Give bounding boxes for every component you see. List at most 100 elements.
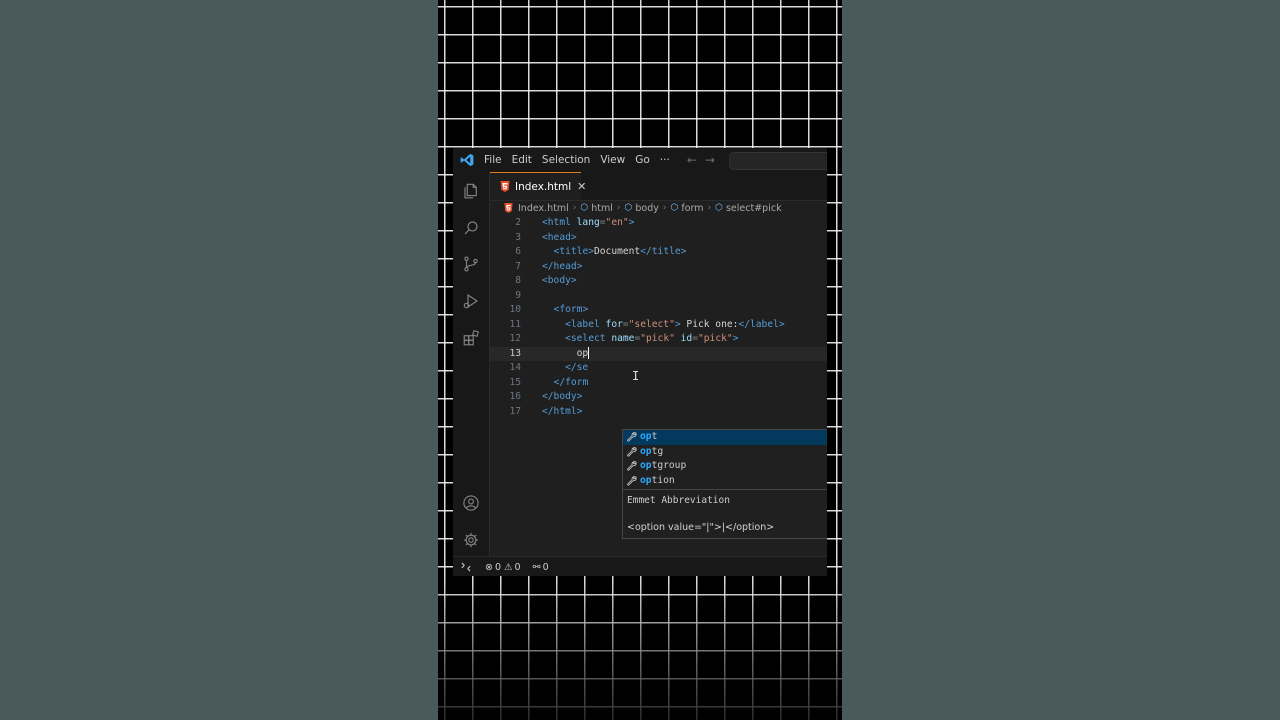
line-number: 2 (515, 217, 521, 228)
breadcrumb-chevron-icon: › (707, 203, 712, 213)
back-arrow-icon[interactable]: ← (683, 148, 701, 172)
suggestion-match: op (640, 460, 652, 471)
wrench-snippet-icon (626, 446, 638, 458)
code-line[interactable]: 8 <body> (490, 274, 827, 289)
menu-file[interactable]: File (479, 148, 507, 172)
line-number: 6 (515, 246, 521, 257)
breadcrumb-body[interactable]: body (635, 203, 659, 214)
explorer-icon[interactable] (461, 181, 481, 201)
code-token: "en" (605, 217, 629, 228)
warning-count: 0 (514, 561, 521, 573)
account-icon[interactable] (461, 493, 481, 513)
suggestion-item[interactable]: optgroup (623, 459, 827, 474)
code-token: > (732, 333, 739, 344)
code-text: </se (542, 361, 588, 376)
code-token: </se (565, 362, 589, 373)
code-token: "pick" (698, 333, 733, 344)
code-token: Document (594, 246, 641, 257)
code-token: id (680, 333, 693, 344)
error-count: 0 (494, 561, 502, 573)
tab-close-icon[interactable]: ✕ (577, 180, 586, 193)
breadcrumb-chevron-icon: › (572, 203, 577, 213)
element-cube-icon: ⬡ (580, 203, 589, 213)
editor-tabs: Index.html ✕ (490, 172, 827, 201)
code-token: "select" (628, 318, 675, 330)
code-line[interactable]: 7 </head> (490, 260, 827, 275)
menu-selection[interactable]: Selection (537, 148, 595, 172)
code-line[interactable]: 2 <html lang="en"> (490, 216, 827, 231)
menu-go[interactable]: Go (630, 148, 655, 172)
code-token: <select (565, 333, 612, 344)
code-token: "pick" (640, 333, 675, 344)
suggestion-rest: t (651, 431, 658, 442)
suggestion-item[interactable]: optg (623, 445, 827, 460)
suggestion-widget: opt optg optgroup option (622, 429, 827, 490)
line-number: 14 (509, 362, 521, 373)
code-line[interactable]: 9 (490, 289, 827, 304)
suggestion-label: option (640, 474, 675, 489)
code-line[interactable]: 16 </body> (490, 390, 827, 405)
code-line[interactable]: 17 </html> (490, 405, 827, 420)
run-debug-icon[interactable] (461, 291, 481, 311)
settings-gear-icon[interactable] (461, 530, 481, 550)
ports-indicator[interactable]: ⚯ 0 (533, 562, 549, 573)
line-number: 12 (509, 333, 521, 344)
code-text: <label for="select"> Pick one:</label> (542, 318, 785, 333)
code-line[interactable]: 13 op (490, 346, 827, 361)
menu-more[interactable]: ··· (655, 148, 675, 172)
suggestion-item[interactable]: opt (623, 430, 827, 445)
code-token: <form> (553, 304, 589, 315)
breadcrumb-file[interactable]: Index.html (518, 203, 569, 214)
html5-file-icon (500, 181, 510, 193)
suggestion-item[interactable]: option (623, 474, 827, 489)
forward-arrow-icon[interactable]: → (701, 148, 719, 172)
line-number: 15 (509, 376, 521, 388)
code-line[interactable]: 10 <form> (490, 303, 827, 318)
activity-bar (453, 172, 490, 556)
line-number: 17 (509, 405, 521, 417)
warning-icon: ⚠ (504, 561, 513, 573)
line-number: 11 (509, 318, 521, 330)
breadcrumb-select[interactable]: select#pick (726, 203, 782, 214)
code-text: <select name="pick" id="pick"> (542, 332, 738, 347)
code-token: Pick one: (680, 318, 739, 330)
error-icon: ⊗ (485, 561, 493, 573)
search-icon[interactable] (461, 218, 481, 238)
breadcrumb-form[interactable]: form (681, 203, 703, 214)
code-text: <head> (542, 231, 577, 246)
breadcrumb-html[interactable]: html (591, 203, 613, 214)
code-line[interactable]: 12 <select name="pick" id="pick"> (490, 332, 827, 347)
remote-indicator-icon[interactable] (461, 562, 471, 572)
command-center-search[interactable] (729, 152, 827, 170)
line-number: 16 (509, 391, 521, 402)
menu-view[interactable]: View (595, 148, 630, 172)
menu-edit[interactable]: Edit (507, 148, 537, 172)
code-line[interactable]: 14 </se (490, 361, 827, 376)
code-line[interactable]: 15 </form (490, 376, 827, 391)
code-token: </form (553, 376, 589, 388)
tab-index-html[interactable]: Index.html ✕ (490, 172, 586, 200)
tab-label: Index.html (515, 180, 572, 193)
extensions-icon[interactable] (461, 328, 481, 348)
code-editor[interactable]: 2 <html lang="en"> 3 <head> 6 <title>Documen… (490, 216, 827, 556)
code-token: <title> (553, 246, 594, 257)
breadcrumb-html5-icon (502, 202, 514, 214)
code-line[interactable]: 6 <title>Document</title> (490, 245, 827, 260)
code-token: <label (565, 318, 606, 330)
code-text: <title>Document</title> (542, 245, 687, 260)
ports-count: 0 (542, 561, 549, 573)
line-number: 9 (515, 289, 521, 301)
suggestion-rest: tgroup (651, 460, 687, 471)
code-token: </label> (738, 318, 785, 330)
suggestion-rest: tg (651, 445, 664, 457)
element-cube-icon: ⬡ (670, 203, 679, 213)
code-token: </html> (542, 405, 583, 417)
problems-indicator[interactable]: ⊗ 0 ⚠ 0 (485, 562, 521, 573)
source-control-icon[interactable] (461, 254, 481, 274)
code-line[interactable]: 11 <label for="select"> Pick one:</label… (490, 318, 827, 333)
code-text: <html lang="en"> (542, 216, 634, 231)
code-line[interactable]: 3 <head> (490, 231, 827, 246)
